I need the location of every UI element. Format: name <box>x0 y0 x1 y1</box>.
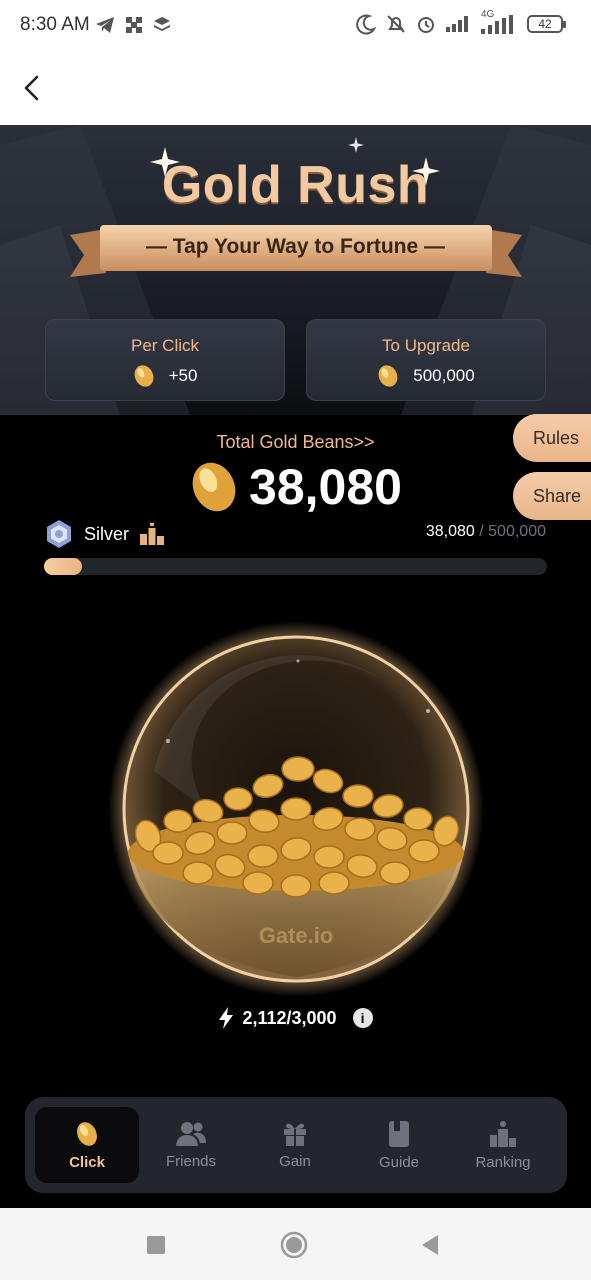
to-upgrade-value: 500,000 <box>413 366 475 385</box>
alarm-clock-icon <box>418 17 434 33</box>
level-row[interactable]: Silver <box>44 519 165 549</box>
podium-icon <box>490 1120 516 1147</box>
tab-click-label: Click <box>69 1153 105 1171</box>
level-progress-text: 38,080 / 500,000 <box>426 523 546 541</box>
app-header <box>0 50 591 125</box>
brand-watermark: Gate.io <box>259 923 334 948</box>
home-button[interactable] <box>279 1230 309 1260</box>
circle-icon <box>280 1231 308 1259</box>
system-navigation-bar <box>0 1208 591 1280</box>
tab-guide-label: Guide <box>378 1153 420 1171</box>
level-name: Silver <box>84 523 130 544</box>
game-title: Gold Rush <box>161 156 430 214</box>
tab-ranking[interactable]: Ranking <box>451 1107 555 1183</box>
progress-target: 500,000 <box>488 523 546 540</box>
per-click-value-row: +50 <box>46 364 284 388</box>
battery-icon: 42 <box>527 15 566 33</box>
recents-button[interactable] <box>141 1230 171 1260</box>
to-upgrade-value-row: 500,000 <box>307 364 545 388</box>
progress-current: 38,080 <box>425 523 475 540</box>
chevron-left-icon <box>24 75 39 101</box>
to-upgrade-card: To Upgrade 500,000 <box>306 319 546 401</box>
status-bar: 8:30 AM 4G 42 <box>0 0 591 50</box>
app-grid-icon <box>126 17 142 33</box>
app-screen: 8:30 AM 4G 42 Gold Rush — Tap Your Way t… <box>0 0 591 1280</box>
tab-guide[interactable]: Guide <box>347 1107 451 1183</box>
stack-icon <box>154 17 170 31</box>
status-system-icons: 4G 42 <box>355 9 566 35</box>
per-click-value: +50 <box>168 366 198 385</box>
tab-gain[interactable]: Gain <box>243 1107 347 1183</box>
total-gold-beans-link[interactable]: Total Gold Beans>> <box>0 432 591 453</box>
gold-bean-icon <box>378 365 398 387</box>
lightning-icon <box>219 1007 234 1029</box>
level-progress-bar <box>44 558 547 575</box>
tagline: — Tap Your Way to Fortune — <box>145 235 446 258</box>
silver-badge-icon <box>47 520 71 548</box>
do-not-disturb-moon-icon <box>356 14 377 35</box>
energy-row: 2,112/3,000 i <box>0 1007 591 1029</box>
back-button[interactable] <box>14 70 50 106</box>
book-icon <box>389 1120 409 1147</box>
gift-icon <box>284 1123 306 1146</box>
bottom-tab-bar: Click Friends Gain Guide Ranking <box>25 1097 567 1193</box>
level-progress-fill <box>44 558 83 575</box>
total-gold-beans-value: 38,080 <box>249 459 402 515</box>
per-click-card: Per Click +50 <box>45 319 285 401</box>
telegram-icon <box>96 17 114 33</box>
triangle-back-icon <box>422 1235 438 1255</box>
tab-ranking-label: Ranking <box>475 1153 531 1171</box>
gold-bean-orb-tap-target[interactable]: Gate.io <box>108 621 484 997</box>
total-gold-beans-row: 38,080 <box>0 458 591 516</box>
sparkle-icon <box>348 137 364 153</box>
progress-separator: / <box>479 523 484 540</box>
gold-bean-icon <box>192 462 236 512</box>
signal-icon <box>446 16 468 32</box>
tab-friends[interactable]: Friends <box>139 1107 243 1183</box>
energy-value: 2,112/3,000 <box>242 1007 337 1028</box>
status-time: 8:30 AM <box>20 14 90 35</box>
podium-icon <box>140 523 165 545</box>
per-click-label: Per Click <box>130 336 199 355</box>
bean-icon <box>77 1121 97 1146</box>
back-system-button[interactable] <box>415 1230 445 1260</box>
muted-bell-icon <box>387 15 405 33</box>
to-upgrade-label: To Upgrade <box>382 336 470 355</box>
signal-4g-icon: 4G <box>479 9 519 35</box>
game-area: Gold Rush — Tap Your Way to Fortune — Pe… <box>0 125 591 1208</box>
tab-gain-label: Gain <box>279 1152 311 1170</box>
network-type-label: 4G <box>481 9 495 20</box>
friends-icon <box>176 1121 206 1146</box>
gold-bean-icon <box>134 365 153 387</box>
status-notification-icons <box>95 16 171 34</box>
tab-click[interactable]: Click <box>35 1107 139 1183</box>
tab-friends-label: Friends <box>165 1152 217 1170</box>
square-icon <box>147 1236 165 1254</box>
info-icon[interactable]: i <box>352 1008 373 1028</box>
